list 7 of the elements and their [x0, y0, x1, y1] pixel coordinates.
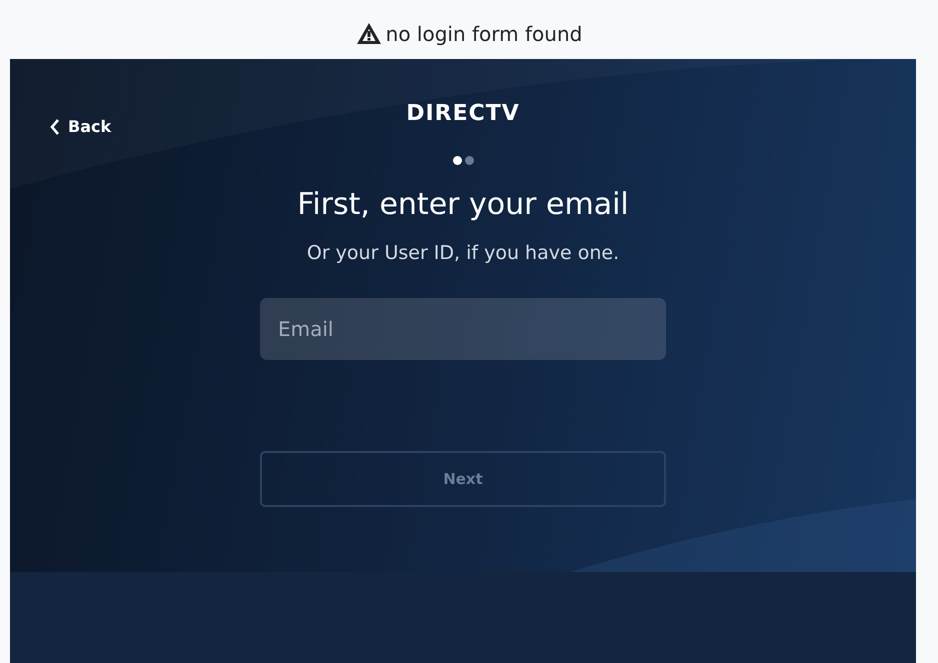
heading: First, enter your email — [297, 187, 629, 222]
back-button[interactable]: Back — [46, 113, 116, 140]
status-message: no login form found — [386, 24, 582, 44]
warning-icon — [356, 22, 382, 45]
chevron-left-icon — [50, 118, 60, 134]
logo: DIRECTV — [406, 101, 520, 128]
subheading: Or your User ID, if you have one. — [306, 242, 620, 264]
